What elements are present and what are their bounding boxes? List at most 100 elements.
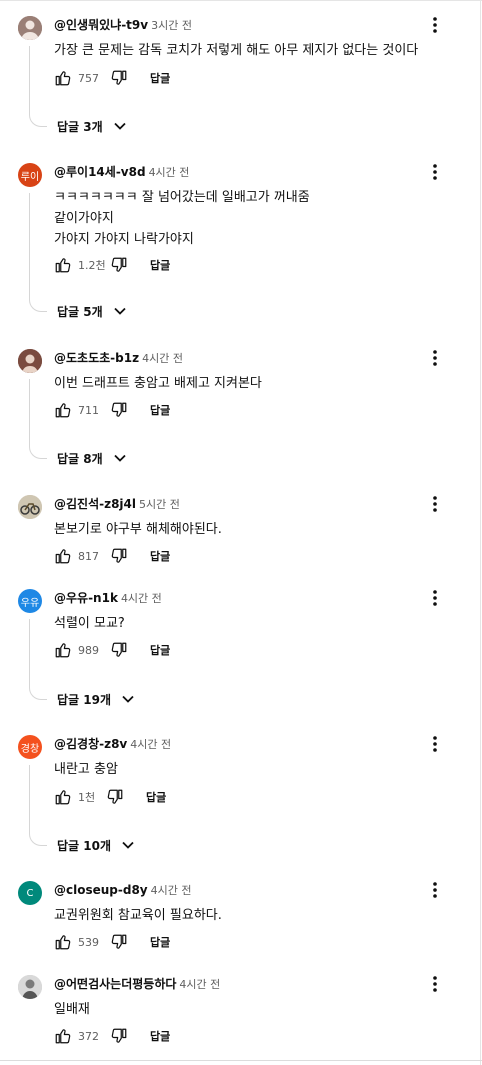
comment-actions: 817 답글	[54, 545, 170, 567]
avatar-initials: 경창	[20, 743, 40, 755]
comment-actions: 1천 답글	[54, 786, 166, 808]
comment-actions: 757 답글	[54, 67, 170, 89]
more-options-icon[interactable]	[425, 732, 445, 756]
avatar[interactable]: 루이	[18, 163, 42, 187]
avatar[interactable]	[18, 495, 42, 519]
more-options-icon[interactable]	[425, 346, 445, 370]
thread-connector	[29, 46, 47, 127]
comment-text: 내란고 충암	[54, 759, 118, 780]
comment-actions: 989 답글	[54, 639, 170, 661]
comment-line: 일배재	[54, 1002, 90, 1017]
comment-text: 이번 드래프트 충암고 배제고 지켜본다	[54, 373, 262, 394]
more-options-icon[interactable]	[425, 492, 445, 516]
replies-count: 답글 19개	[57, 692, 111, 707]
like-icon[interactable]	[54, 547, 72, 565]
dislike-icon[interactable]	[110, 641, 128, 659]
comment-line: 가야지 가야지 나락가야지	[54, 232, 194, 247]
comment-header: @루이14세-v8d 4시간 전	[54, 164, 189, 181]
like-icon[interactable]	[54, 69, 72, 87]
comment-line: 가장 큰 문제는 감독 코치가 저렇게 해도 아무 제지가 없다는 것이다	[54, 43, 419, 58]
more-options-icon[interactable]	[425, 878, 445, 902]
dislike-icon[interactable]	[110, 69, 128, 87]
timestamp[interactable]: 4시간 전	[130, 738, 171, 751]
comment-header: @김진석-z8j4l 5시간 전	[54, 496, 180, 513]
chevron-down-icon	[113, 304, 127, 318]
reply-button[interactable]: 답글	[150, 70, 170, 86]
view-replies-button[interactable]: 답글 3개	[57, 116, 127, 136]
avatar-initials: 루이	[20, 171, 40, 183]
timestamp[interactable]: 5시간 전	[139, 498, 180, 511]
avatar[interactable]	[18, 349, 42, 373]
replies-count: 답글 5개	[57, 304, 103, 319]
dislike-icon[interactable]	[110, 401, 128, 419]
like-count: 372	[78, 1029, 99, 1043]
avatar[interactable]: C	[18, 881, 42, 905]
like-count: 989	[78, 643, 99, 657]
dislike-icon[interactable]	[110, 256, 128, 274]
author-name[interactable]: @어떤검사는더평등하다	[54, 977, 176, 991]
more-options-icon[interactable]	[425, 13, 445, 37]
thread-connector	[29, 765, 47, 846]
thread-connector	[29, 193, 47, 312]
frame-top-border	[0, 0, 482, 1]
replies-count: 답글 3개	[57, 119, 103, 134]
more-options-icon[interactable]	[425, 972, 445, 996]
reply-button[interactable]: 답글	[150, 934, 170, 950]
author-name[interactable]: @closeup-d8y	[54, 883, 148, 897]
dislike-icon[interactable]	[110, 933, 128, 951]
timestamp[interactable]: 4시간 전	[142, 352, 183, 365]
more-options-icon[interactable]	[425, 586, 445, 610]
timestamp[interactable]: 4시간 전	[121, 592, 162, 605]
timestamp[interactable]: 4시간 전	[179, 978, 220, 991]
comment-line: 같이가야지	[54, 211, 114, 226]
reply-button[interactable]: 답글	[150, 642, 170, 658]
thread-connector	[29, 379, 47, 459]
comment-header: @closeup-d8y 4시간 전	[54, 882, 192, 899]
more-options-icon[interactable]	[425, 160, 445, 184]
comment-line: 본보기로 야구부 해체해야된다.	[54, 522, 222, 537]
comment-header: @도초도초-b1z 4시간 전	[54, 350, 183, 367]
comment-actions: 372 답글	[54, 1025, 170, 1047]
view-replies-button[interactable]: 답글 10개	[57, 835, 135, 855]
comment-actions: 539 답글	[54, 931, 170, 953]
comment-header: @어떤검사는더평등하다 4시간 전	[54, 976, 220, 993]
author-name[interactable]: @김진석-z8j4l	[54, 497, 136, 511]
author-name[interactable]: @김경창-z8v	[54, 737, 127, 751]
like-count: 1.2천	[78, 259, 106, 272]
like-icon[interactable]	[54, 641, 72, 659]
like-icon[interactable]	[54, 1027, 72, 1045]
like-icon[interactable]	[54, 788, 72, 806]
timestamp[interactable]: 3시간 전	[151, 19, 192, 32]
dislike-icon[interactable]	[106, 788, 124, 806]
like-icon[interactable]	[54, 256, 72, 274]
chevron-down-icon	[121, 692, 135, 706]
timestamp[interactable]: 4시간 전	[149, 166, 190, 179]
frame-bottom-border	[0, 1060, 482, 1061]
timestamp[interactable]: 4시간 전	[151, 884, 192, 897]
dislike-icon[interactable]	[110, 1027, 128, 1045]
view-replies-button[interactable]: 답글 8개	[57, 448, 127, 468]
avatar[interactable]	[18, 975, 42, 999]
reply-button[interactable]: 답글	[150, 548, 170, 564]
dislike-icon[interactable]	[110, 547, 128, 565]
like-icon[interactable]	[54, 933, 72, 951]
like-icon[interactable]	[54, 401, 72, 419]
author-name[interactable]: @루이14세-v8d	[54, 165, 146, 179]
avatar[interactable]: 우유	[18, 589, 42, 613]
reply-button[interactable]: 답글	[146, 789, 166, 805]
author-name[interactable]: @우유-n1k	[54, 591, 118, 605]
comment-actions: 711 답글	[54, 399, 170, 421]
reply-button[interactable]: 답글	[150, 257, 170, 273]
author-name[interactable]: @도초도초-b1z	[54, 351, 139, 365]
reply-button[interactable]: 답글	[150, 1028, 170, 1044]
view-replies-button[interactable]: 답글 5개	[57, 301, 127, 321]
like-count: 817	[78, 549, 99, 563]
avatar-initials: C	[26, 887, 34, 899]
avatar[interactable]	[18, 16, 42, 40]
comment-header: @우유-n1k 4시간 전	[54, 590, 162, 607]
author-name[interactable]: @인생뭐있냐-t9v	[54, 18, 148, 32]
avatar[interactable]: 경창	[18, 735, 42, 759]
view-replies-button[interactable]: 답글 19개	[57, 689, 135, 709]
chevron-down-icon	[113, 119, 127, 133]
reply-button[interactable]: 답글	[150, 402, 170, 418]
